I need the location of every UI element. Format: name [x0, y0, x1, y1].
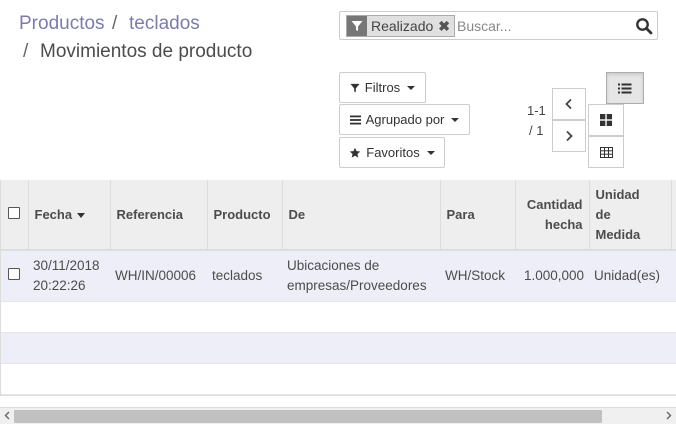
cell-to: WH/Stock [440, 250, 515, 302]
column-header-to[interactable]: Para [440, 180, 516, 251]
kanban-view-button[interactable] [588, 104, 624, 136]
pager-total: / 1 [529, 123, 544, 138]
breadcrumb-item-products[interactable]: Productos [19, 13, 105, 35]
cell-from: Ubicaciones de empresas/Proveedores [282, 250, 440, 302]
search-icon[interactable] [635, 17, 653, 35]
column-header-uom[interactable]: Unidad de Medida [589, 180, 672, 251]
chevron-left-icon [565, 98, 572, 110]
empty-row [1, 363, 676, 395]
facet-remove-icon[interactable]: ✖ [438, 18, 450, 35]
scroll-left-icon[interactable] [4, 411, 10, 423]
search-box: Realizado ✖ [339, 11, 658, 40]
page-title: Movimientos de producto [40, 41, 253, 62]
breadcrumb-item-teclados[interactable]: teclados [129, 13, 200, 35]
cell-product: teclados [207, 250, 282, 302]
list-bars-icon [349, 115, 361, 124]
column-header-product[interactable]: Producto [207, 180, 283, 251]
search-facet: Realizado ✖ [346, 15, 455, 37]
group-by-label: Agrupado por [365, 112, 445, 127]
list-view-button[interactable] [606, 72, 644, 104]
pager-next-button[interactable] [552, 120, 586, 152]
header-label: Fecha [34, 206, 73, 222]
cell-text: 20:22:26 [33, 277, 86, 293]
table-row[interactable]: 30/11/2018 20:22:26 WH/IN/00006 teclados … [1, 250, 676, 302]
header-label: Medida [595, 226, 641, 242]
column-header-qty-done[interactable]: Cantidad hecha [515, 180, 590, 251]
column-header-from[interactable]: De [282, 180, 441, 251]
filters-button[interactable]: Filtros [339, 72, 426, 103]
header-label: De [288, 206, 306, 222]
pivot-view-button[interactable] [588, 136, 624, 168]
group-by-button[interactable]: Agrupado por [339, 104, 470, 135]
scroll-right-icon[interactable] [666, 411, 672, 423]
header-label: Cantidad [526, 196, 583, 212]
empty-row [1, 301, 676, 333]
kanban-view-icon [600, 114, 612, 126]
list-view-table: Fecha Referencia Producto De Para Cantid… [0, 180, 676, 396]
select-all-checkbox[interactable] [8, 206, 20, 219]
chevron-right-icon [566, 130, 573, 142]
column-header-date[interactable]: Fecha [28, 180, 111, 251]
cell-filler [671, 250, 676, 302]
breadcrumb-separator: / [23, 41, 29, 62]
sort-down-icon [77, 212, 86, 218]
favorites-button[interactable]: Favoritos [339, 137, 445, 168]
header-label: Unidad [595, 186, 640, 202]
header-label: Referencia [116, 206, 183, 222]
cell-text: empresas/Proveedores [287, 277, 427, 293]
cell-uom: Unidad(es) [589, 250, 671, 302]
row-select-cell [1, 250, 28, 302]
header-label: Para [446, 206, 475, 222]
table-header-row: Fecha Referencia Producto De Para Cantid… [1, 180, 676, 251]
filter-icon [350, 83, 360, 92]
cell-text: Ubicaciones de [287, 257, 380, 273]
select-all-header [1, 180, 29, 251]
empty-row [1, 332, 676, 364]
column-header-reference[interactable]: Referencia [110, 180, 208, 251]
header-label: Producto [213, 206, 271, 222]
pager-previous-button[interactable] [552, 88, 586, 120]
pager-range[interactable]: 1-1 [527, 103, 546, 118]
facet-value: Realizado [371, 18, 434, 34]
filter-icon [347, 16, 367, 36]
row-checkbox[interactable] [8, 267, 20, 280]
list-view-icon [618, 83, 632, 93]
cell-date: 30/11/2018 20:22:26 [28, 250, 110, 302]
header-label: de [595, 206, 611, 222]
cell-qty-done: 1.000,000 [515, 250, 589, 302]
search-input[interactable] [457, 16, 627, 36]
chevron-down-icon [426, 150, 435, 155]
chevron-down-icon [407, 85, 416, 90]
moves-table: Fecha Referencia Producto De Para Cantid… [1, 180, 676, 395]
scrollbar-thumb[interactable] [14, 410, 602, 423]
cell-text: 30/11/2018 [33, 257, 100, 273]
table-bottom-divider [0, 395, 676, 396]
header-filler [671, 180, 676, 251]
breadcrumb-separator: / [112, 13, 118, 34]
chevron-down-icon [451, 117, 460, 122]
star-icon [350, 147, 361, 158]
cell-reference: WH/IN/00006 [110, 250, 207, 302]
favorites-label: Favoritos [366, 145, 420, 160]
header-label: hecha [544, 216, 583, 232]
filters-label: Filtros [364, 80, 401, 95]
horizontal-scrollbar[interactable] [0, 407, 676, 424]
pivot-view-icon [599, 146, 613, 158]
